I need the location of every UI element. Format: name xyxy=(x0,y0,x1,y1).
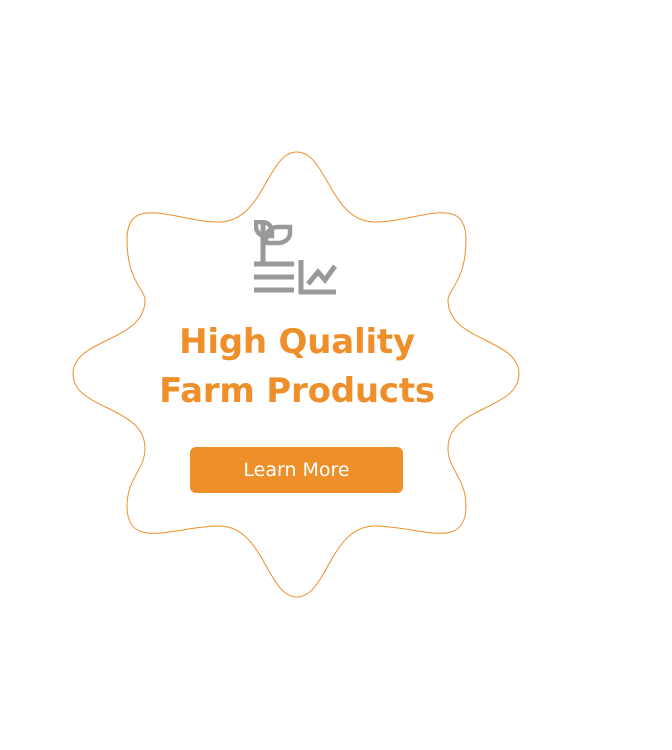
card-title-line-2: Farm Products xyxy=(159,371,435,411)
learn-more-button[interactable]: Learn More xyxy=(190,447,403,493)
card-title-line-1: High Quality xyxy=(179,322,415,362)
feature-card: High Quality Farm Products Learn More xyxy=(72,150,522,600)
card-title: High Quality Farm Products xyxy=(112,318,482,416)
plant-growth-chart-icon xyxy=(253,219,340,296)
